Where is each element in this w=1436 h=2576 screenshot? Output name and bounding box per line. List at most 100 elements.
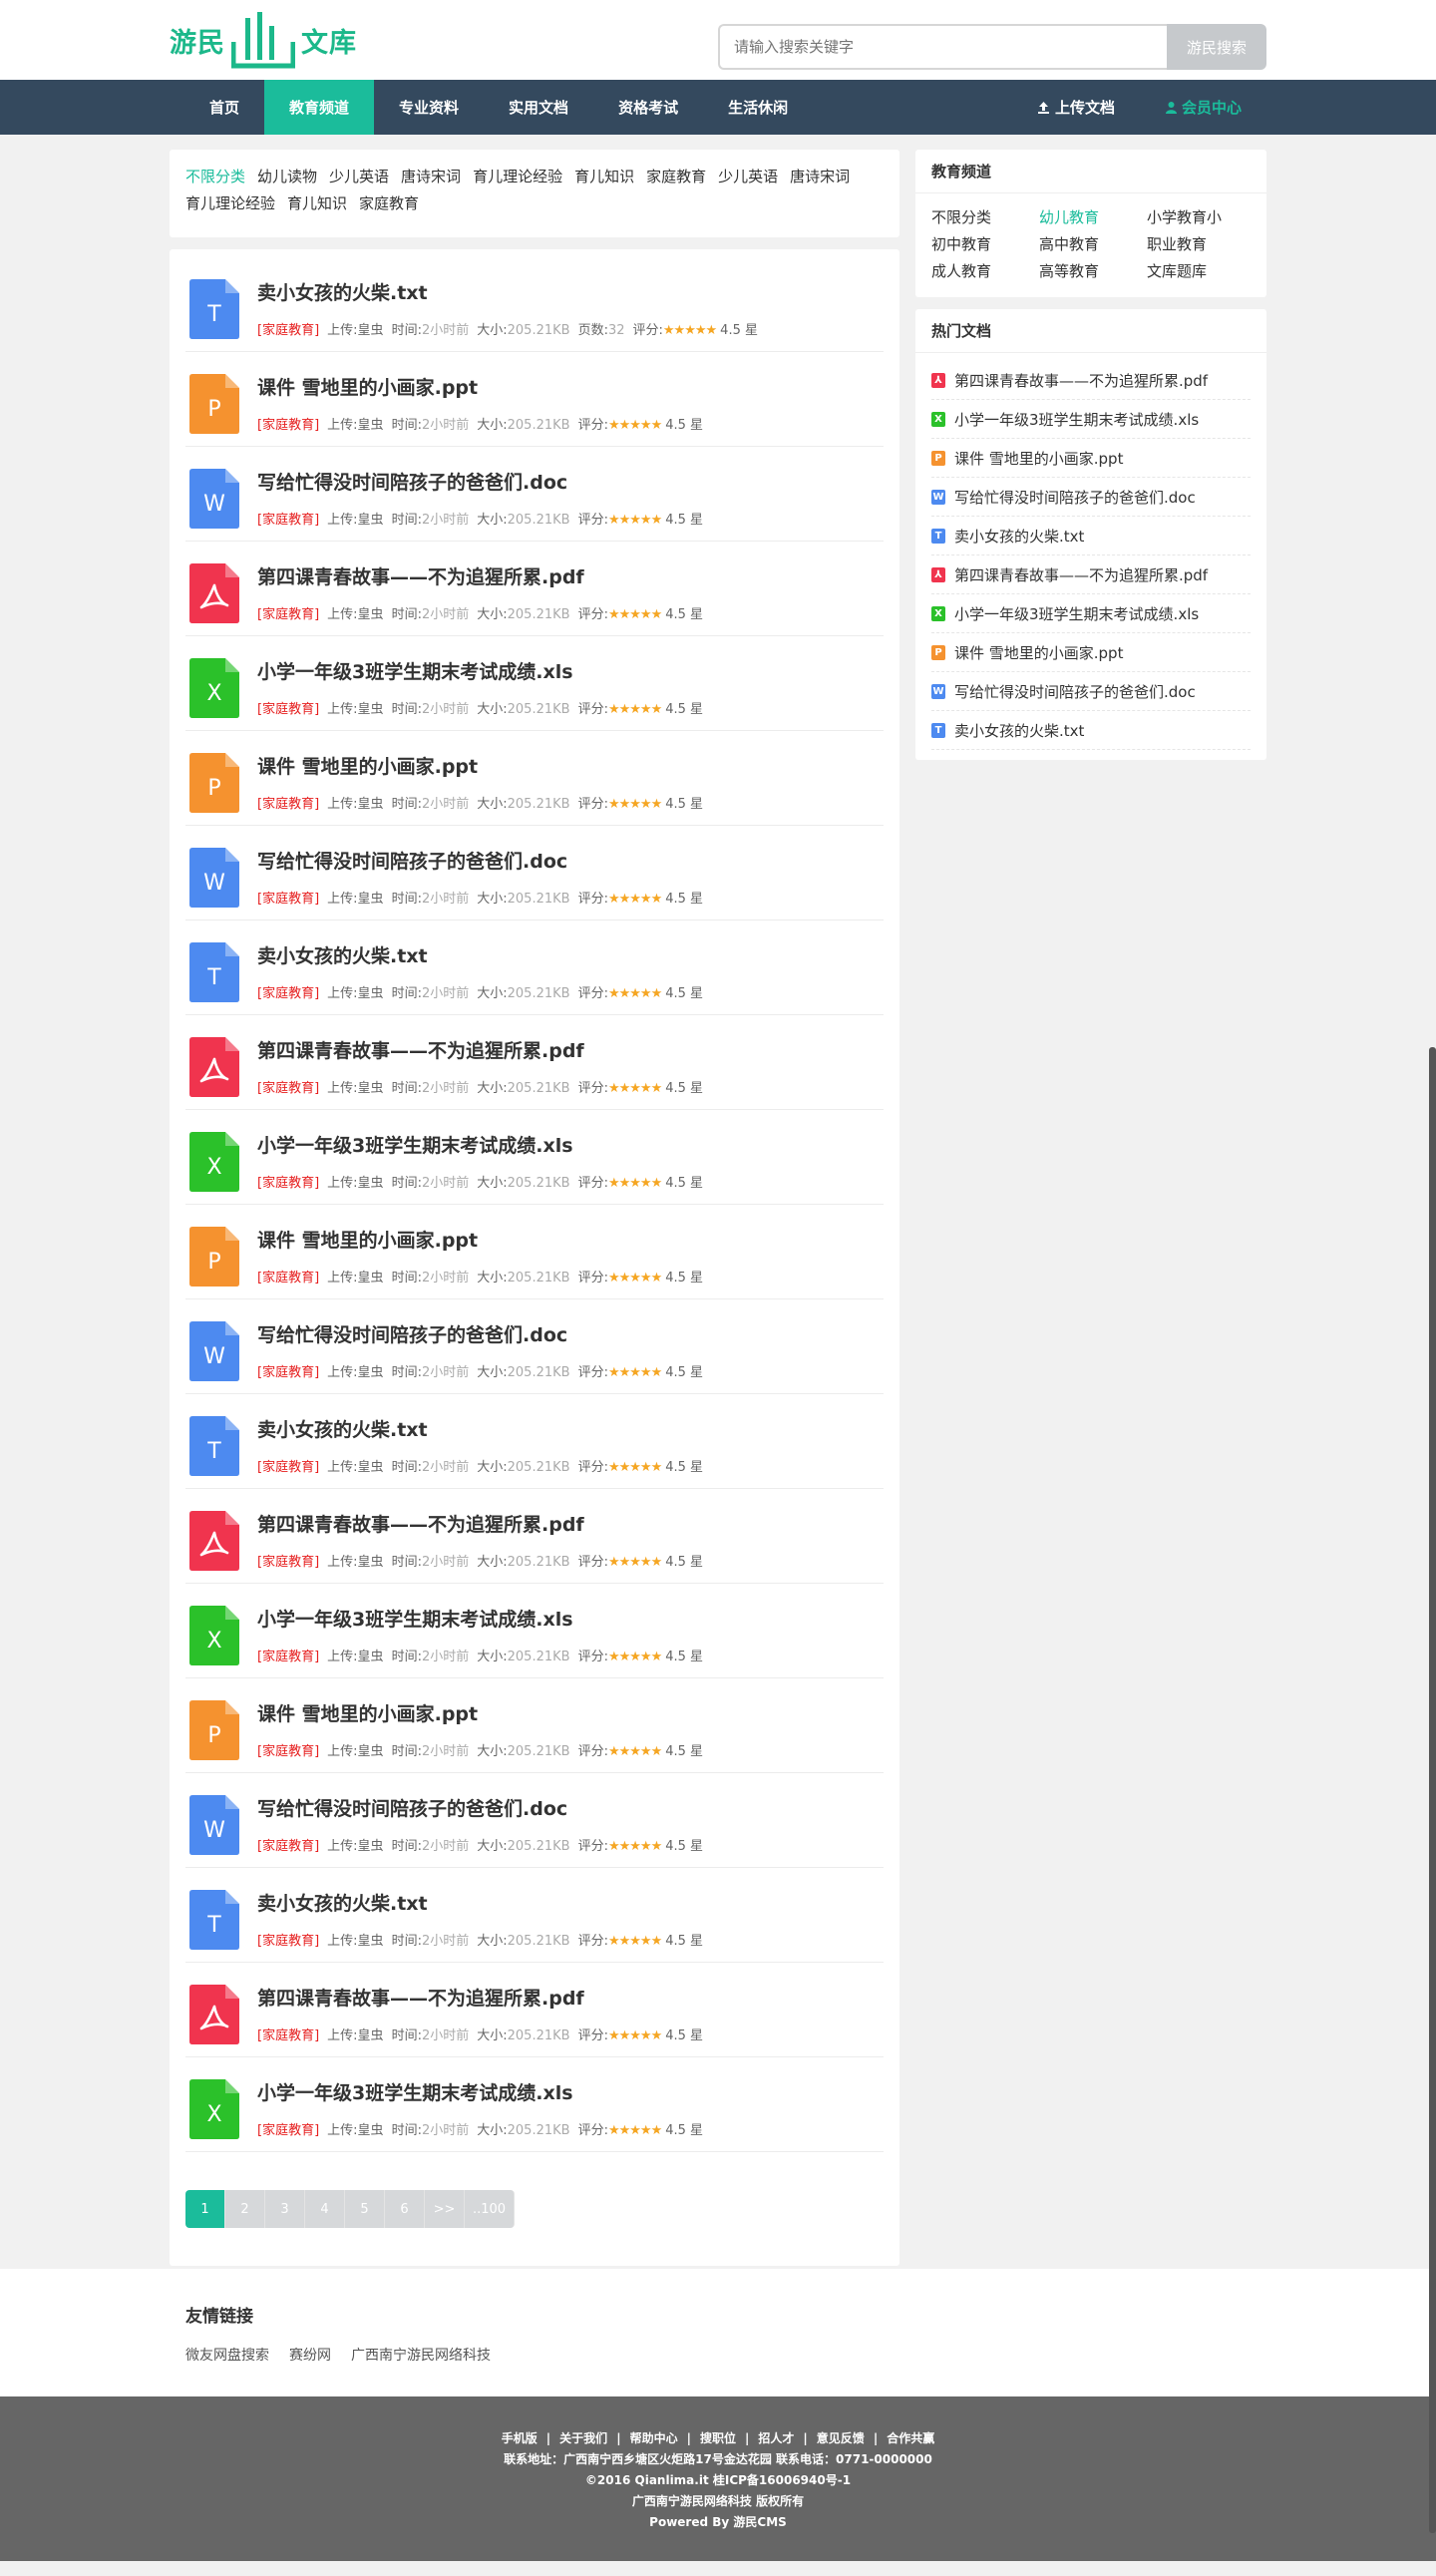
category-link[interactable]: 家庭教育 (359, 194, 419, 212)
category-link[interactable]: 幼儿读物 (257, 168, 317, 185)
document-title[interactable]: 第四课青春故事——不为追猩所累.pdf (257, 1036, 584, 1063)
nav-item-4[interactable]: 资格考试 (593, 80, 703, 135)
document-category-tag[interactable]: [家庭教育] (257, 702, 319, 717)
nav-item-0[interactable]: 首页 (184, 80, 264, 135)
document-title[interactable]: 第四课青春故事——不为追猩所累.pdf (257, 1984, 584, 2011)
document-title[interactable]: 第四课青春故事——不为追猩所累.pdf (257, 1510, 584, 1537)
footer-link[interactable]: 帮助中心 (630, 2431, 678, 2445)
footer-link[interactable]: 手机版 (502, 2431, 538, 2445)
document-item[interactable]: W 写给忙得没时间陪孩子的爸爸们.doc [家庭教育] 上传:皇虫 时间:2小时前 大小:… (185, 826, 884, 920)
hot-doc-item[interactable]: T 卖小女孩的火柴.txt (931, 517, 1251, 555)
footer-link[interactable]: 关于我们 (559, 2431, 607, 2445)
document-item[interactable]: W 写给忙得没时间陪孩子的爸爸们.doc [家庭教育] 上传:皇虫 时间:2小时前 大小:… (185, 1773, 884, 1868)
document-category-tag[interactable]: [家庭教育] (257, 1839, 319, 1854)
hot-doc-item[interactable]: W 写给忙得没时间陪孩子的爸爸们.doc (931, 672, 1251, 711)
document-category-tag[interactable]: [家庭教育] (257, 1176, 319, 1191)
document-title[interactable]: 写给忙得没时间陪孩子的爸爸们.doc (257, 847, 567, 874)
document-item[interactable]: 第四课青春故事——不为追猩所累.pdf [家庭教育] 上传:皇虫 时间:2小时前 大小:… (185, 1015, 884, 1110)
hot-doc-item[interactable]: P 课件 雪地里的小画家.ppt (931, 633, 1251, 672)
category-link[interactable]: 育儿知识 (287, 194, 347, 212)
document-category-tag[interactable]: [家庭教育] (257, 986, 319, 1001)
document-category-tag[interactable]: [家庭教育] (257, 1271, 319, 1286)
site-logo[interactable]: 游民 文库 (170, 8, 357, 72)
document-item[interactable]: P 课件 雪地里的小画家.ppt [家庭教育] 上传:皇虫 时间:2小时前 大小:205.… (185, 352, 884, 447)
document-item[interactable]: 第四课青春故事——不为追猩所累.pdf [家庭教育] 上传:皇虫 时间:2小时前 大小:… (185, 1489, 884, 1584)
hot-doc-item[interactable]: T 卖小女孩的火柴.txt (931, 711, 1251, 750)
hot-doc-item[interactable]: X 小学一年级3班学生期末考试成绩.xls (931, 594, 1251, 633)
document-category-tag[interactable]: [家庭教育] (257, 2123, 319, 2138)
hot-doc-item[interactable]: P 课件 雪地里的小画家.ppt (931, 439, 1251, 478)
channel-link[interactable]: 幼儿教育 (1039, 207, 1147, 228)
category-link[interactable]: 少儿英语 (718, 168, 778, 185)
document-item[interactable]: P 课件 雪地里的小画家.ppt [家庭教育] 上传:皇虫 时间:2小时前 大小:205.… (185, 1205, 884, 1299)
channel-link[interactable]: 初中教育 (931, 234, 1039, 255)
page-scrollbar[interactable] (1429, 1047, 1436, 2533)
document-title[interactable]: 小学一年级3班学生期末考试成绩.xls (257, 1131, 573, 1158)
document-item[interactable]: 第四课青春故事——不为追猩所累.pdf [家庭教育] 上传:皇虫 时间:2小时前 大小:… (185, 1963, 884, 2057)
channel-link[interactable]: 文库题库 (1147, 261, 1255, 282)
document-category-tag[interactable]: [家庭教育] (257, 797, 319, 812)
document-category-tag[interactable]: [家庭教育] (257, 1555, 319, 1570)
document-item[interactable]: X 小学一年级3班学生期末考试成绩.xls [家庭教育] 上传:皇虫 时间:2小时前 大小… (185, 1584, 884, 1678)
page-link[interactable]: 3 (265, 2190, 305, 2228)
document-item[interactable]: X 小学一年级3班学生期末考试成绩.xls [家庭教育] 上传:皇虫 时间:2小时前 大小… (185, 1110, 884, 1205)
friend-link[interactable]: 广西南宁游民网络科技 (351, 2348, 491, 2364)
document-category-tag[interactable]: [家庭教育] (257, 1934, 319, 1949)
document-category-tag[interactable]: [家庭教育] (257, 418, 319, 433)
document-item[interactable]: T 卖小女孩的火柴.txt [家庭教育] 上传:皇虫 时间:2小时前 大小:205.21K… (185, 1394, 884, 1489)
nav-item-5[interactable]: 生活休闲 (703, 80, 813, 135)
footer-link[interactable]: 合作共赢 (887, 2431, 934, 2445)
document-title[interactable]: 卖小女孩的火柴.txt (257, 1415, 428, 1442)
category-link[interactable]: 少儿英语 (329, 168, 389, 185)
friend-link[interactable]: 赛纷网 (289, 2348, 331, 2364)
document-title[interactable]: 课件 雪地里的小画家.ppt (257, 1699, 478, 1726)
document-category-tag[interactable]: [家庭教育] (257, 607, 319, 622)
document-item[interactable]: W 写给忙得没时间陪孩子的爸爸们.doc [家庭教育] 上传:皇虫 时间:2小时前 大小:… (185, 1299, 884, 1394)
document-category-tag[interactable]: [家庭教育] (257, 2028, 319, 2043)
nav-item-3[interactable]: 实用文档 (484, 80, 593, 135)
page-link[interactable]: 6 (385, 2190, 425, 2228)
channel-link[interactable]: 职业教育 (1147, 234, 1255, 255)
document-category-tag[interactable]: [家庭教育] (257, 1650, 319, 1664)
hot-doc-item[interactable]: W 写给忙得没时间陪孩子的爸爸们.doc (931, 478, 1251, 517)
hot-doc-item[interactable]: ⅄ 第四课青春故事——不为追猩所累.pdf (931, 555, 1251, 594)
channel-link[interactable]: 小学教育小 (1147, 207, 1255, 228)
document-item[interactable]: T 卖小女孩的火柴.txt [家庭教育] 上传:皇虫 时间:2小时前 大小:205.21K… (185, 257, 884, 352)
document-item[interactable]: W 写给忙得没时间陪孩子的爸爸们.doc [家庭教育] 上传:皇虫 时间:2小时前 大小:… (185, 447, 884, 542)
document-title[interactable]: 写给忙得没时间陪孩子的爸爸们.doc (257, 1794, 567, 1821)
document-title[interactable]: 小学一年级3班学生期末考试成绩.xls (257, 657, 573, 684)
search-input[interactable] (718, 24, 1167, 70)
document-category-tag[interactable]: [家庭教育] (257, 1460, 319, 1475)
channel-link[interactable]: 高中教育 (1039, 234, 1147, 255)
category-link[interactable]: 育儿理论经验 (185, 194, 275, 212)
nav-item-1[interactable]: 教育频道 (264, 80, 375, 135)
category-link[interactable]: 不限分类 (185, 168, 245, 185)
document-category-tag[interactable]: [家庭教育] (257, 1365, 319, 1380)
document-category-tag[interactable]: [家庭教育] (257, 892, 319, 907)
document-item[interactable]: X 小学一年级3班学生期末考试成绩.xls [家庭教育] 上传:皇虫 时间:2小时前 大小… (185, 2057, 884, 2152)
upload-doc-link[interactable]: 上传文档 (1012, 80, 1140, 135)
channel-link[interactable]: 成人教育 (931, 261, 1039, 282)
member-center-link[interactable]: 会员中心 (1140, 80, 1266, 135)
document-item[interactable]: X 小学一年级3班学生期末考试成绩.xls [家庭教育] 上传:皇虫 时间:2小时前 大小… (185, 636, 884, 731)
document-category-tag[interactable]: [家庭教育] (257, 1744, 319, 1759)
category-link[interactable]: 唐诗宋词 (401, 168, 461, 185)
footer-link[interactable]: 意见反馈 (817, 2431, 865, 2445)
document-title[interactable]: 写给忙得没时间陪孩子的爸爸们.doc (257, 1320, 567, 1347)
document-item[interactable]: 第四课青春故事——不为追猩所累.pdf [家庭教育] 上传:皇虫 时间:2小时前 大小:… (185, 542, 884, 636)
document-title[interactable]: 卖小女孩的火柴.txt (257, 941, 428, 968)
page-link[interactable]: 5 (345, 2190, 385, 2228)
document-title[interactable]: 卖小女孩的火柴.txt (257, 1889, 428, 1916)
document-item[interactable]: P 课件 雪地里的小画家.ppt [家庭教育] 上传:皇虫 时间:2小时前 大小:205.… (185, 731, 884, 826)
search-button[interactable]: 游民搜索 (1167, 24, 1266, 70)
category-link[interactable]: 育儿知识 (574, 168, 634, 185)
document-item[interactable]: T 卖小女孩的火柴.txt [家庭教育] 上传:皇虫 时间:2小时前 大小:205.21K… (185, 920, 884, 1015)
document-item[interactable]: T 卖小女孩的火柴.txt [家庭教育] 上传:皇虫 时间:2小时前 大小:205.21K… (185, 1868, 884, 1963)
friend-link[interactable]: 微友网盘搜索 (185, 2348, 269, 2364)
category-link[interactable]: 家庭教育 (646, 168, 706, 185)
document-category-tag[interactable]: [家庭教育] (257, 1081, 319, 1096)
hot-doc-item[interactable]: X 小学一年级3班学生期末考试成绩.xls (931, 400, 1251, 439)
page-link[interactable]: >> (425, 2190, 465, 2228)
page-link[interactable]: 2 (225, 2190, 265, 2228)
footer-link[interactable]: 搜职位 (700, 2431, 736, 2445)
